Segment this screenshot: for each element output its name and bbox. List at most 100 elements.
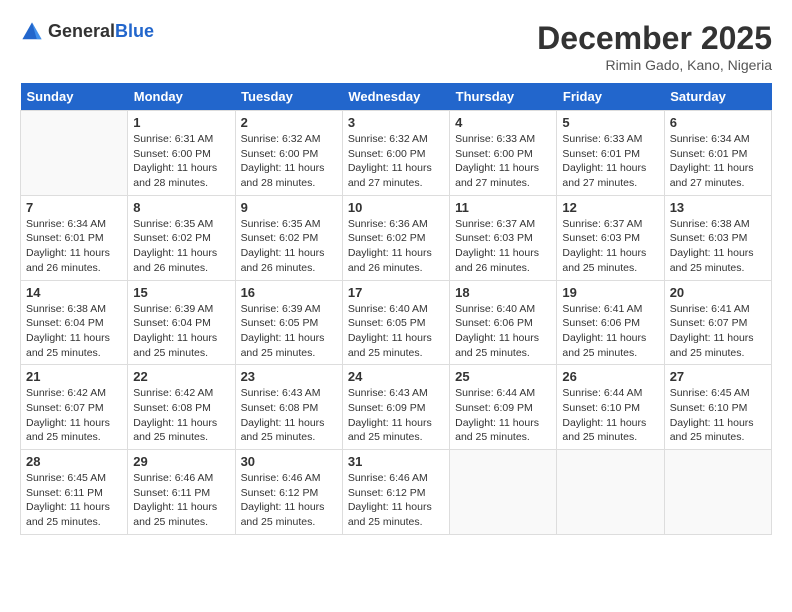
calendar-cell: 4 Sunrise: 6:33 AM Sunset: 6:00 PM Daylig… <box>450 111 557 196</box>
day-number: 17 <box>348 285 444 300</box>
calendar-cell: 19 Sunrise: 6:41 AM Sunset: 6:06 PM Dayli… <box>557 280 664 365</box>
calendar-cell: 9 Sunrise: 6:35 AM Sunset: 6:02 PM Daylig… <box>235 195 342 280</box>
weekday-header-thursday: Thursday <box>450 83 557 111</box>
day-number: 15 <box>133 285 229 300</box>
logo-blue-text: Blue <box>115 21 154 41</box>
calendar-cell: 12Sunrise: 6:37 AM Sunset: 6:03 PM Dayli… <box>557 195 664 280</box>
calendar-cell: 21 Sunrise: 6:42 AM Sunset: 6:07 PM Dayli… <box>21 365 128 450</box>
weekday-header-friday: Friday <box>557 83 664 111</box>
page-header: GeneralBlue December 2025 Rimin Gado, Ka… <box>20 20 772 73</box>
day-number: 19 <box>562 285 658 300</box>
day-info: Sunrise: 6:39 AM Sunset: 6:05 PM Dayligh… <box>241 302 337 361</box>
calendar-cell: 29 Sunrise: 6:46 AM Sunset: 6:11 PM Dayli… <box>128 450 235 535</box>
logo: GeneralBlue <box>20 20 154 44</box>
day-number: 6 <box>670 115 766 130</box>
day-info: Sunrise: 6:38 AM Sunset: 6:03 PM Dayligh… <box>670 217 766 276</box>
day-number: 21 <box>26 369 122 384</box>
day-number: 18 <box>455 285 551 300</box>
day-info: Sunrise: 6:40 AM Sunset: 6:05 PM Dayligh… <box>348 302 444 361</box>
day-number: 2 <box>241 115 337 130</box>
calendar-cell: 2Sunrise: 6:32 AM Sunset: 6:00 PM Daylig… <box>235 111 342 196</box>
day-info: Sunrise: 6:37 AM Sunset: 6:03 PM Dayligh… <box>455 217 551 276</box>
calendar-cell: 20 Sunrise: 6:41 AM Sunset: 6:07 PM Dayli… <box>664 280 771 365</box>
day-info: Sunrise: 6:42 AM Sunset: 6:08 PM Dayligh… <box>133 386 229 445</box>
day-number: 25 <box>455 369 551 384</box>
calendar-cell: 11 Sunrise: 6:37 AM Sunset: 6:03 PM Dayli… <box>450 195 557 280</box>
week-row-2: 7 Sunrise: 6:34 AM Sunset: 6:01 PM Daylig… <box>21 195 772 280</box>
weekday-header-monday: Monday <box>128 83 235 111</box>
day-number: 3 <box>348 115 444 130</box>
day-info: Sunrise: 6:41 AM Sunset: 6:06 PM Dayligh… <box>562 302 658 361</box>
day-number: 9 <box>241 200 337 215</box>
day-info: Sunrise: 6:31 AM Sunset: 6:00 PM Dayligh… <box>133 132 229 191</box>
day-number: 10 <box>348 200 444 215</box>
day-number: 23 <box>241 369 337 384</box>
day-number: 1 <box>133 115 229 130</box>
day-number: 20 <box>670 285 766 300</box>
day-number: 28 <box>26 454 122 469</box>
calendar-cell <box>450 450 557 535</box>
day-number: 11 <box>455 200 551 215</box>
week-row-1: 1 Sunrise: 6:31 AM Sunset: 6:00 PM Daylig… <box>21 111 772 196</box>
day-info: Sunrise: 6:34 AM Sunset: 6:01 PM Dayligh… <box>26 217 122 276</box>
day-info: Sunrise: 6:33 AM Sunset: 6:01 PM Dayligh… <box>562 132 658 191</box>
day-info: Sunrise: 6:43 AM Sunset: 6:09 PM Dayligh… <box>348 386 444 445</box>
weekday-header-saturday: Saturday <box>664 83 771 111</box>
calendar-cell: 10 Sunrise: 6:36 AM Sunset: 6:02 PM Dayli… <box>342 195 449 280</box>
calendar-cell: 16 Sunrise: 6:39 AM Sunset: 6:05 PM Dayli… <box>235 280 342 365</box>
calendar-cell: 24 Sunrise: 6:43 AM Sunset: 6:09 PM Dayli… <box>342 365 449 450</box>
logo-icon <box>20 20 44 44</box>
day-number: 16 <box>241 285 337 300</box>
day-number: 26 <box>562 369 658 384</box>
day-number: 31 <box>348 454 444 469</box>
calendar-cell <box>557 450 664 535</box>
calendar-cell: 27 Sunrise: 6:45 AM Sunset: 6:10 PM Dayli… <box>664 365 771 450</box>
calendar-cell: 6 Sunrise: 6:34 AM Sunset: 6:01 PM Daylig… <box>664 111 771 196</box>
day-number: 22 <box>133 369 229 384</box>
calendar-cell: 22 Sunrise: 6:42 AM Sunset: 6:08 PM Dayli… <box>128 365 235 450</box>
weekday-header-wednesday: Wednesday <box>342 83 449 111</box>
day-number: 29 <box>133 454 229 469</box>
day-number: 27 <box>670 369 766 384</box>
day-info: Sunrise: 6:36 AM Sunset: 6:02 PM Dayligh… <box>348 217 444 276</box>
calendar-cell: 23 Sunrise: 6:43 AM Sunset: 6:08 PM Dayli… <box>235 365 342 450</box>
day-info: Sunrise: 6:42 AM Sunset: 6:07 PM Dayligh… <box>26 386 122 445</box>
day-info: Sunrise: 6:39 AM Sunset: 6:04 PM Dayligh… <box>133 302 229 361</box>
calendar-table: SundayMondayTuesdayWednesdayThursdayFrid… <box>20 83 772 535</box>
calendar-cell: 14Sunrise: 6:38 AM Sunset: 6:04 PM Dayli… <box>21 280 128 365</box>
calendar-cell: 18 Sunrise: 6:40 AM Sunset: 6:06 PM Dayli… <box>450 280 557 365</box>
day-info: Sunrise: 6:37 AM Sunset: 6:03 PM Dayligh… <box>562 217 658 276</box>
day-number: 30 <box>241 454 337 469</box>
calendar-cell <box>21 111 128 196</box>
day-info: Sunrise: 6:44 AM Sunset: 6:10 PM Dayligh… <box>562 386 658 445</box>
day-info: Sunrise: 6:46 AM Sunset: 6:12 PM Dayligh… <box>241 471 337 530</box>
day-info: Sunrise: 6:35 AM Sunset: 6:02 PM Dayligh… <box>241 217 337 276</box>
calendar-cell: 13Sunrise: 6:38 AM Sunset: 6:03 PM Dayli… <box>664 195 771 280</box>
week-row-3: 14Sunrise: 6:38 AM Sunset: 6:04 PM Dayli… <box>21 280 772 365</box>
day-number: 24 <box>348 369 444 384</box>
calendar-cell: 5 Sunrise: 6:33 AM Sunset: 6:01 PM Daylig… <box>557 111 664 196</box>
calendar-cell: 8Sunrise: 6:35 AM Sunset: 6:02 PM Daylig… <box>128 195 235 280</box>
day-info: Sunrise: 6:46 AM Sunset: 6:11 PM Dayligh… <box>133 471 229 530</box>
calendar-cell: 3 Sunrise: 6:32 AM Sunset: 6:00 PM Daylig… <box>342 111 449 196</box>
day-info: Sunrise: 6:41 AM Sunset: 6:07 PM Dayligh… <box>670 302 766 361</box>
day-number: 8 <box>133 200 229 215</box>
day-info: Sunrise: 6:32 AM Sunset: 6:00 PM Dayligh… <box>348 132 444 191</box>
day-info: Sunrise: 6:43 AM Sunset: 6:08 PM Dayligh… <box>241 386 337 445</box>
day-info: Sunrise: 6:34 AM Sunset: 6:01 PM Dayligh… <box>670 132 766 191</box>
day-info: Sunrise: 6:45 AM Sunset: 6:11 PM Dayligh… <box>26 471 122 530</box>
calendar-cell: 30 Sunrise: 6:46 AM Sunset: 6:12 PM Dayli… <box>235 450 342 535</box>
day-number: 7 <box>26 200 122 215</box>
day-info: Sunrise: 6:33 AM Sunset: 6:00 PM Dayligh… <box>455 132 551 191</box>
calendar-cell: 7 Sunrise: 6:34 AM Sunset: 6:01 PM Daylig… <box>21 195 128 280</box>
week-row-4: 21 Sunrise: 6:42 AM Sunset: 6:07 PM Dayli… <box>21 365 772 450</box>
weekday-header-tuesday: Tuesday <box>235 83 342 111</box>
calendar-cell: 31Sunrise: 6:46 AM Sunset: 6:12 PM Dayli… <box>342 450 449 535</box>
day-number: 5 <box>562 115 658 130</box>
calendar-cell: 25Sunrise: 6:44 AM Sunset: 6:09 PM Dayli… <box>450 365 557 450</box>
day-info: Sunrise: 6:45 AM Sunset: 6:10 PM Dayligh… <box>670 386 766 445</box>
calendar-cell: 15 Sunrise: 6:39 AM Sunset: 6:04 PM Dayli… <box>128 280 235 365</box>
day-number: 4 <box>455 115 551 130</box>
day-info: Sunrise: 6:40 AM Sunset: 6:06 PM Dayligh… <box>455 302 551 361</box>
title-area: December 2025 Rimin Gado, Kano, Nigeria <box>537 20 772 73</box>
